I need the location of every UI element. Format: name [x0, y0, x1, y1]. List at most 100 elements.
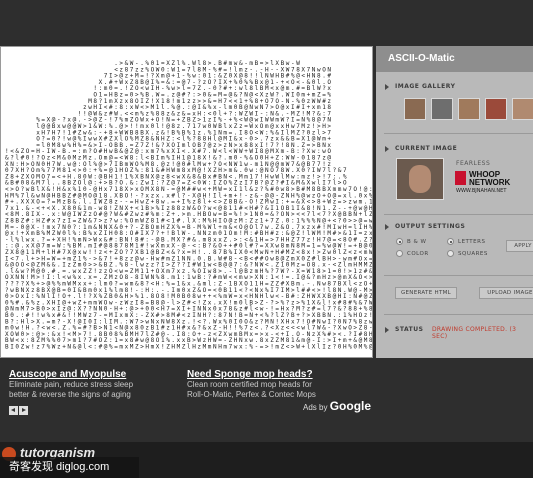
- ads-by-google[interactable]: Ads by Google: [303, 399, 371, 413]
- ascii-char: I: [10, 344, 14, 351]
- ascii-char: @: [78, 344, 82, 351]
- current-image-caption: FEARLESS: [456, 160, 491, 167]
- top-bar: [0, 0, 533, 46]
- ascii-char: M: [130, 344, 134, 351]
- ascii-char: !: [270, 344, 274, 351]
- ad-nav: [9, 402, 29, 420]
- ascii-char: l: [307, 344, 311, 351]
- ascii-char: 7: [41, 344, 45, 351]
- ascii-char: m: [208, 344, 212, 351]
- ascii-char: z: [197, 344, 201, 351]
- upload-image-button[interactable]: UPLOAD IMAGE: [479, 287, 533, 299]
- ascii-char: ?: [333, 344, 337, 351]
- ascii-char: &: [73, 344, 77, 351]
- ascii-art-canvas: . > & W -.% 0 1 = X Zl%. Wl 8 >. B # m w & - m B = > l X Bw - W < z 8 7…: [0, 46, 373, 358]
- ascii-char: 7: [229, 344, 233, 351]
- ascii-char: z: [57, 344, 61, 351]
- generate-html-button[interactable]: GENERATE HTML: [395, 287, 457, 299]
- arrow-right-icon: [385, 83, 389, 90]
- ad-1-title-link[interactable]: Acuscope and Myopulse: [9, 369, 133, 380]
- ascii-char: l: [187, 344, 191, 351]
- ascii-char: W: [52, 344, 56, 351]
- watermark: 奇客发现 diglog.com: [0, 457, 139, 478]
- radio-letters-label: LETTERS: [458, 239, 486, 245]
- ascii-char: z: [36, 344, 40, 351]
- ad-2-title-link[interactable]: Need Sponge mop heads?: [187, 369, 316, 380]
- ascii-char: #: [99, 344, 103, 351]
- gallery-thumb-2[interactable]: [431, 98, 453, 120]
- ascii-char: +: [301, 344, 305, 351]
- output-settings-heading: OUTPUT SETTINGS: [385, 223, 465, 230]
- ascii-char: H: [192, 344, 196, 351]
- gallery-thumb-5[interactable]: [512, 98, 533, 120]
- gallery-thumb-3[interactable]: [458, 98, 480, 120]
- ascii-char: !: [161, 344, 165, 351]
- logo-text: WHOOP NETWORK: [469, 170, 511, 187]
- ascii-char: N: [67, 344, 71, 351]
- ascii-char: %: [348, 344, 352, 351]
- ad-1-line-1: Eliminate pain, reduce stress sleep: [9, 380, 134, 389]
- gallery-thumb-1[interactable]: [404, 98, 426, 120]
- current-image-heading: CURRENT IMAGE: [385, 145, 457, 152]
- ascii-char: 0: [338, 344, 342, 351]
- ascii-char: X: [312, 344, 316, 351]
- ascii-char: H: [171, 344, 175, 351]
- whoop-logo-icon: [455, 171, 466, 185]
- ascii-char: Z: [135, 344, 139, 351]
- ascii-char: >: [291, 344, 295, 351]
- ascii-char: M: [203, 344, 207, 351]
- ascii-char: W: [296, 344, 300, 351]
- arrow-right-icon: [385, 145, 389, 152]
- prev-ad-icon[interactable]: [9, 406, 18, 415]
- radio-bw[interactable]: [396, 238, 403, 245]
- gallery-heading: IMAGE GALLERY: [385, 83, 455, 90]
- ascii-char: :: [244, 344, 248, 351]
- ascii-char: >: [265, 344, 269, 351]
- ascii-char: l: [317, 344, 321, 351]
- ascii-char: =: [114, 344, 118, 351]
- ascii-char: +: [62, 344, 66, 351]
- ascii-char: H: [343, 344, 347, 351]
- ascii-char: Z: [281, 344, 285, 351]
- ascii-char: -: [255, 344, 259, 351]
- ascii-char: H: [218, 344, 222, 351]
- radio-letters[interactable]: [447, 238, 454, 245]
- ascii-char: Z: [21, 344, 25, 351]
- ascii-char: z: [327, 344, 331, 351]
- ascii-char: I: [322, 344, 326, 351]
- ascii-char: 0: [15, 344, 19, 351]
- ascii-char: Z: [166, 344, 170, 351]
- radio-color[interactable]: [396, 250, 403, 257]
- gallery-thumb-4[interactable]: [485, 98, 507, 120]
- ascii-char: H: [145, 344, 149, 351]
- divider: [384, 133, 533, 134]
- apply-button[interactable]: APPLY: [506, 240, 533, 252]
- status-heading: STATUS: [385, 326, 423, 333]
- ascii-char: %: [47, 344, 51, 351]
- logo-url: WWW.BJNAHAN.NET: [456, 188, 507, 194]
- ascii-char: @: [104, 344, 108, 351]
- ascii-char: =: [260, 344, 264, 351]
- next-ad-icon[interactable]: [19, 406, 28, 415]
- radio-color-label: COLOR: [407, 251, 429, 257]
- ascii-char: m: [119, 344, 123, 351]
- ascii-char: X: [156, 344, 160, 351]
- ascii-char: w: [234, 344, 238, 351]
- radio-bw-label: B & W: [407, 239, 427, 245]
- ascii-char: M: [359, 344, 363, 351]
- ascii-char: Z: [182, 344, 186, 351]
- ascii-char: B: [5, 344, 9, 351]
- ascii-char: x: [125, 344, 129, 351]
- ad-1-line-2: better & reverse the signs of aging: [9, 390, 131, 399]
- ascii-char: %: [364, 344, 368, 351]
- divider: [384, 314, 533, 315]
- ascii-char: x: [239, 344, 243, 351]
- ad-1: Acuscope and Myopulse Eliminate pain, re…: [9, 369, 133, 400]
- divider: [384, 275, 533, 276]
- divider: [384, 214, 533, 215]
- ascii-char: M: [177, 344, 181, 351]
- radio-squares[interactable]: [447, 250, 454, 257]
- ascii-char: @: [369, 344, 373, 351]
- ascii-char: <: [286, 344, 290, 351]
- ascii-char: %: [109, 344, 113, 351]
